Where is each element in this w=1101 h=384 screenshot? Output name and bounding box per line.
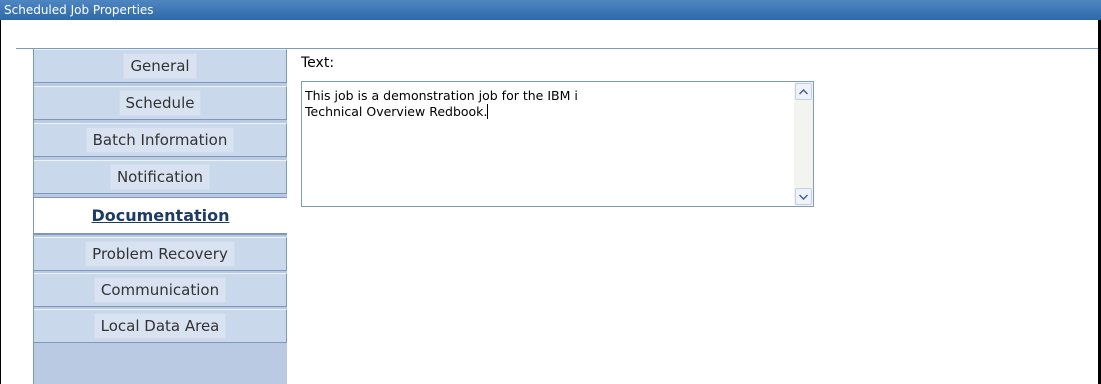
tab-problem-recovery[interactable]: Problem Recovery xyxy=(34,237,287,271)
tab-label: General xyxy=(123,53,197,79)
tab-label: Documentation xyxy=(91,205,230,225)
tab-label: Problem Recovery xyxy=(85,241,235,267)
tab-label: Batch Information xyxy=(85,127,235,153)
tab-documentation[interactable]: Documentation xyxy=(34,197,287,235)
scroll-down-arrow-icon[interactable] xyxy=(795,188,812,205)
window-title: Scheduled Job Properties xyxy=(4,3,154,17)
scroll-up-arrow-icon[interactable] xyxy=(795,83,812,100)
window-title-bar: Scheduled Job Properties xyxy=(0,0,1101,20)
tab-sidebar: General Schedule Batch Information Notif… xyxy=(33,49,287,384)
text-field-label: Text: xyxy=(301,55,335,71)
tab-batch-information[interactable]: Batch Information xyxy=(34,123,287,157)
tab-notification[interactable]: Notification xyxy=(34,160,287,194)
documentation-text-area[interactable]: This job is a demonstration job for the … xyxy=(301,81,814,207)
tab-general[interactable]: General xyxy=(34,49,287,83)
text-caret xyxy=(487,104,489,119)
documentation-text-line: Technical Overview Redbook. xyxy=(305,104,488,119)
tab-label: Schedule xyxy=(118,90,202,116)
window-left-border xyxy=(0,20,1,384)
documentation-text[interactable]: This job is a demonstration job for the … xyxy=(305,88,785,120)
tab-label: Notification xyxy=(109,164,211,190)
tab-local-data-area[interactable]: Local Data Area xyxy=(34,309,287,343)
vertical-scrollbar[interactable] xyxy=(794,82,813,206)
tab-schedule[interactable]: Schedule xyxy=(34,86,287,120)
documentation-text-line: This job is a demonstration job for the … xyxy=(305,88,578,103)
tab-communication[interactable]: Communication xyxy=(34,273,287,307)
tab-label: Communication xyxy=(93,277,227,303)
tab-label: Local Data Area xyxy=(93,313,227,339)
